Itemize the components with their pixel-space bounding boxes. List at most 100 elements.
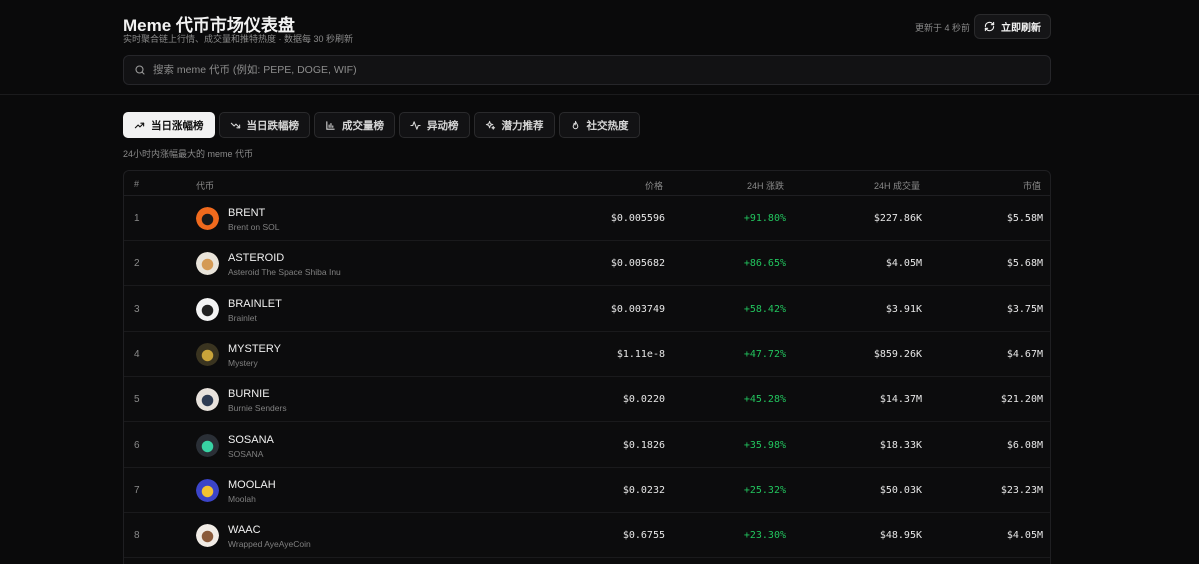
token-name: Moolah	[228, 493, 256, 504]
header-price[interactable]: 价格	[645, 179, 663, 192]
token-logo-icon	[196, 342, 219, 366]
token-logo-icon	[196, 524, 219, 548]
header-coin: 代币	[196, 181, 215, 191]
row-rank: 6	[134, 439, 140, 451]
header-mcap[interactable]: 市值	[1023, 179, 1041, 192]
token-name: Asteroid The Space Shiba Inu	[228, 267, 341, 278]
token-symbol: WAAC	[228, 524, 261, 537]
token-name: Mystery	[228, 357, 258, 368]
table-row[interactable]: 8 WAAC Wrapped AyeAyeCoin $0.6755 +23.30% $48…	[124, 513, 1050, 559]
token-volume: $14.37M	[879, 394, 922, 406]
token-logo-icon	[196, 433, 219, 457]
table-row[interactable]: 7 MOOLAH Moolah $0.0232 +25.32% $50.03K $23.23…	[124, 468, 1050, 513]
tab-movers[interactable]: 异动榜	[399, 112, 470, 138]
search-input[interactable]	[153, 64, 1013, 76]
table-header: # 代币 价格 24H 涨跌 24H 成交量 市值	[124, 171, 1050, 196]
ranking-tabs: 当日涨幅榜 当日跌幅榜 成交量榜 异动榜 潜力推荐 社交热度	[123, 112, 640, 138]
token-volume: $227.86K	[873, 213, 922, 224]
row-rank: 7	[134, 484, 140, 496]
token-mcap: $23.23M	[1000, 484, 1043, 496]
token-price: $0.0232	[622, 484, 665, 496]
token-change: +25.32%	[743, 484, 786, 496]
trending-up-icon	[134, 122, 145, 128]
token-name: Wrapped AyeAyeCoin	[228, 539, 311, 550]
table-row[interactable]: 4 MYSTERY Mystery $1.11e-8 +47.72% $859.26K $4…	[124, 332, 1050, 377]
token-mcap: $3.75M	[1006, 303, 1043, 315]
row-rank: 5	[134, 394, 140, 406]
token-logo-icon	[196, 478, 219, 502]
token-volume: $859.26K	[873, 348, 922, 360]
token-name: Burnie Senders	[228, 403, 287, 414]
row-rank: 3	[134, 303, 140, 315]
token-change: +23.30%	[743, 530, 786, 542]
token-logo-icon	[196, 388, 219, 412]
token-logo-icon	[196, 297, 219, 321]
token-mcap: $4.05M	[1006, 530, 1043, 542]
token-volume: $18.33K	[879, 439, 922, 451]
token-change: +35.98%	[743, 439, 786, 451]
token-name: Brainlet	[228, 312, 257, 323]
tab-picks[interactable]: 潜力推荐	[473, 112, 555, 138]
token-price: $0.003749	[610, 303, 665, 315]
token-symbol: BURNIE	[228, 388, 270, 401]
token-price: $0.005682	[610, 258, 665, 270]
token-volume: $4.05M	[885, 258, 922, 270]
table-row[interactable]: 2 ASTEROID Asteroid The Space Shiba Inu $0.…	[124, 241, 1050, 287]
flame-icon	[572, 120, 578, 129]
header-rank: #	[134, 179, 140, 189]
token-mcap: $5.68M	[1006, 258, 1043, 270]
token-symbol: SOSANA	[228, 433, 274, 446]
header-volume[interactable]: 24H 成交量	[874, 179, 920, 192]
token-change: +45.28%	[743, 394, 786, 406]
row-rank: 1	[134, 213, 140, 224]
page-subtitle: 实时聚合链上行情、成交量和推特热度 · 数据每 30 秒刷新	[123, 34, 354, 44]
tab-label: 当日涨幅榜	[151, 119, 204, 132]
tab-volume[interactable]: 成交量榜	[314, 112, 395, 138]
token-price: $0.1826	[622, 439, 665, 451]
token-mcap: $4.67M	[1006, 348, 1043, 360]
tab-top-losers[interactable]: 当日跌幅榜	[218, 112, 310, 138]
table-row[interactable]: 6 SOSANA SOSANA $0.1826 +35.98% $18.33K $6.08M	[124, 423, 1050, 468]
tab-social[interactable]: 社交热度	[558, 112, 640, 138]
token-symbol: MOOLAH	[228, 478, 276, 491]
token-name: Brent on SOL	[228, 222, 280, 232]
token-change: +58.42%	[743, 303, 786, 315]
tab-label: 潜力推荐	[501, 119, 544, 132]
last-updated-text: 更新于 4 秒前	[915, 23, 971, 33]
token-logo-icon	[196, 252, 219, 276]
table-row[interactable]: 3 BRAINLET Brainlet $0.003749 +58.42% $3.91K $…	[124, 287, 1050, 332]
tab-label: 当日跌幅榜	[246, 119, 300, 132]
refresh-button[interactable]: 立即刷新	[974, 14, 1051, 39]
token-price: $0.0220	[622, 394, 665, 406]
row-rank: 8	[134, 530, 140, 542]
token-symbol: MYSTERY	[228, 342, 281, 355]
token-volume: $3.91K	[885, 303, 922, 315]
tab-label: 成交量榜	[342, 119, 384, 132]
row-rank: 4	[134, 348, 140, 360]
tab-label: 社交热度	[586, 119, 629, 132]
token-price: $1.11e-8	[616, 348, 665, 360]
row-rank: 2	[134, 258, 140, 270]
search-icon	[135, 65, 145, 75]
token-volume: $48.95K	[879, 530, 922, 542]
header-change[interactable]: 24H 涨跌	[747, 179, 784, 192]
refresh-icon	[984, 21, 995, 32]
activity-icon	[410, 120, 421, 130]
tab-label: 异动榜	[427, 119, 459, 132]
token-mcap: $6.08M	[1006, 439, 1043, 451]
token-change: +91.80%	[743, 213, 786, 224]
token-price: $0.6755	[622, 530, 665, 542]
token-table: # 代币 价格 24H 涨跌 24H 成交量 市值 1 BRENT Brent on…	[123, 170, 1051, 564]
token-symbol: ASTEROID	[228, 252, 285, 265]
sparkles-icon	[485, 120, 495, 130]
token-logo-icon	[196, 207, 219, 230]
tab-top-gainers[interactable]: 当日涨幅榜	[123, 112, 215, 138]
search-box[interactable]	[123, 55, 1051, 85]
token-change: +47.72%	[743, 348, 786, 360]
tab-description: 24小时内涨幅最大的 meme 代币	[123, 149, 254, 159]
top-header: Meme 代币市场仪表盘 实时聚合链上行情、成交量和推特热度 · 数据每 30 …	[0, 0, 1199, 95]
bar-chart-icon	[326, 120, 335, 130]
table-row[interactable]: 5 BURNIE Burnie Senders $0.0220 +45.28% $14.3…	[124, 377, 1050, 423]
token-name: SOSANA	[228, 448, 264, 459]
table-row[interactable]: 1 BRENT Brent on SOL $0.005596 +91.80% $227.8…	[124, 196, 1050, 241]
